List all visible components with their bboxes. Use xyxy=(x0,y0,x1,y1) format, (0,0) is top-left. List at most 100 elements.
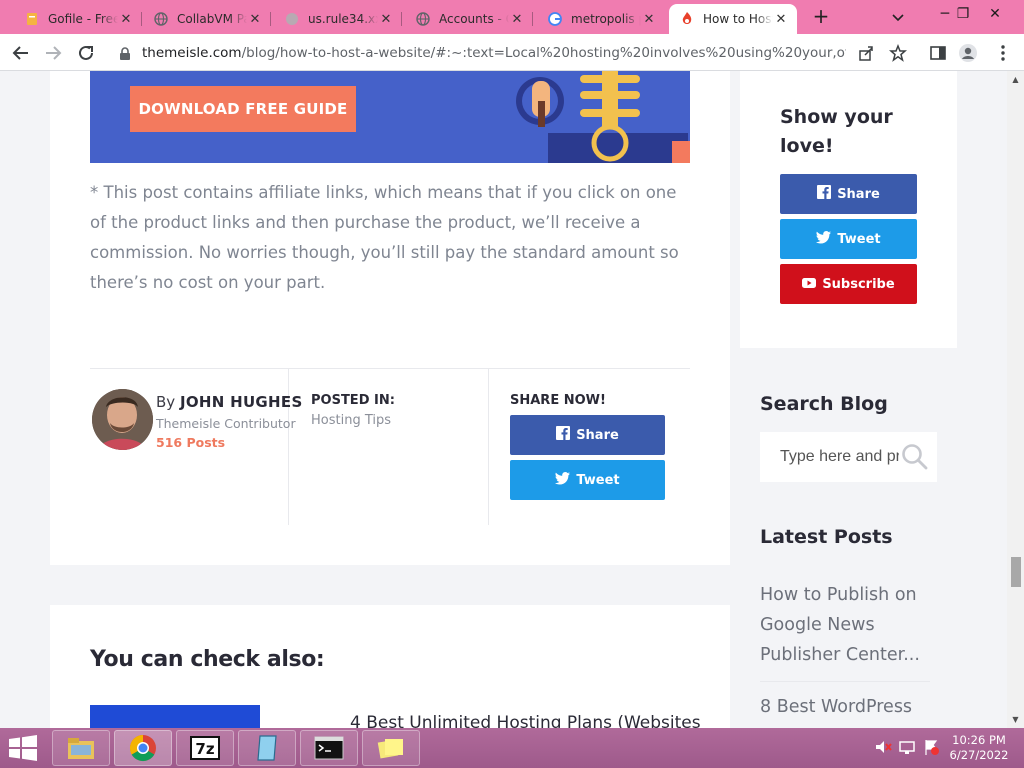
scroll-up-arrow-icon[interactable]: ▲ xyxy=(1007,71,1024,88)
tab-title: How to Host xyxy=(703,12,773,26)
latest-post-link[interactable]: 8 Best WordPress xyxy=(760,692,930,722)
scroll-down-arrow-icon[interactable]: ▼ xyxy=(1007,711,1024,728)
search-field[interactable] xyxy=(760,432,937,482)
tab-title: Accounts - G xyxy=(439,12,509,26)
tab-accounts[interactable]: Accounts - G ✕ xyxy=(405,4,533,34)
related-post-thumbnail[interactable] xyxy=(90,705,260,728)
cmd-taskbar-button[interactable] xyxy=(300,730,358,766)
search-blog-title: Search Blog xyxy=(760,393,888,415)
7zip-taskbar-button[interactable]: 7z xyxy=(176,730,234,766)
close-tab-icon[interactable]: ✕ xyxy=(773,12,789,27)
download-guide-button[interactable]: DOWNLOAD FREE GUIDE xyxy=(130,86,356,132)
page-scrollbar[interactable]: ▲ ▼ xyxy=(1007,71,1024,728)
chrome-taskbar-button[interactable] xyxy=(114,730,172,766)
clock-time: 10:26 PM xyxy=(952,733,1006,747)
back-arrow-icon[interactable] xyxy=(10,42,32,64)
new-tab-button[interactable]: + xyxy=(810,6,832,28)
page-viewport: DOWNLOAD FREE GUIDE * This post contains… xyxy=(0,71,1024,728)
restore-button[interactable]: ❐ xyxy=(948,3,978,25)
close-tab-icon[interactable]: ✕ xyxy=(641,12,657,27)
profile-avatar-icon[interactable] xyxy=(958,43,978,63)
guide-banner[interactable]: DOWNLOAD FREE GUIDE xyxy=(90,71,690,163)
author-posts-link[interactable]: 516 Posts xyxy=(156,435,225,450)
twitter-tweet-button[interactable]: Tweet xyxy=(510,460,665,500)
volume-muted-icon[interactable] xyxy=(874,738,892,756)
twitter-bird-icon xyxy=(816,230,832,248)
avatar[interactable] xyxy=(92,389,153,450)
tab-search-chevron-icon[interactable] xyxy=(890,9,906,25)
posted-in-label: POSTED IN: xyxy=(311,393,395,408)
sidebar-tweet-label: Tweet xyxy=(837,231,881,247)
subscribe-label: Subscribe xyxy=(822,276,895,292)
gofile-favicon-icon xyxy=(24,11,40,27)
google-g-icon xyxy=(547,11,563,27)
kebab-menu-icon[interactable] xyxy=(993,43,1013,63)
tab-collabvm[interactable]: CollabVM Pa ✕ xyxy=(143,4,271,34)
close-tab-icon[interactable]: ✕ xyxy=(247,12,263,27)
show-love-title: Show your love! xyxy=(780,106,893,157)
svg-text:7z: 7z xyxy=(195,740,214,758)
facebook-share-button[interactable]: Share xyxy=(510,415,665,455)
latest-posts-title: Latest Posts xyxy=(760,526,893,548)
close-window-button[interactable]: ✕ xyxy=(980,3,1010,25)
affiliate-disclaimer: * This post contains affiliate links, wh… xyxy=(90,183,679,292)
chrome-icon xyxy=(129,734,156,762)
close-tab-icon[interactable]: ✕ xyxy=(378,12,394,27)
tab-title: Gofile - Free xyxy=(48,12,118,26)
tab-gofile[interactable]: Gofile - Free ✕ xyxy=(14,4,142,34)
sidebar-facebook-button[interactable]: Share xyxy=(780,174,917,214)
taskbar: 7z 10:26 PM 6/27/2022 xyxy=(0,728,1024,768)
url-path: /blog/how-to-host-a-website/#:~:text=Loc… xyxy=(241,44,846,61)
folder-icon xyxy=(68,738,94,759)
tab-title: CollabVM Pa xyxy=(177,12,247,26)
action-center-flag-icon[interactable] xyxy=(922,738,940,756)
file-explorer-taskbar-button[interactable] xyxy=(52,730,110,766)
facebook-icon xyxy=(556,426,571,444)
notepad-taskbar-button[interactable] xyxy=(238,730,296,766)
tweet-button-label: Tweet xyxy=(576,472,620,488)
system-clock[interactable]: 10:26 PM 6/27/2022 xyxy=(948,733,1010,763)
tab-how-to-host[interactable]: How to Host ✕ xyxy=(669,4,797,34)
side-panel-icon[interactable] xyxy=(928,43,948,63)
forward-arrow-icon[interactable] xyxy=(42,42,64,64)
sidebar-share-label: Share xyxy=(837,186,880,202)
search-icon[interactable] xyxy=(901,443,929,471)
url-domain: themeisle.com xyxy=(142,44,242,61)
7zip-icon: 7z xyxy=(190,736,220,760)
notepad-icon xyxy=(257,735,277,761)
lock-icon[interactable] xyxy=(118,46,132,60)
windows-start-icon[interactable] xyxy=(8,735,38,761)
category-link[interactable]: Hosting Tips xyxy=(311,413,391,428)
globe-icon xyxy=(153,11,169,27)
author-name[interactable]: JOHN HUGHES xyxy=(180,393,303,411)
close-tab-icon[interactable]: ✕ xyxy=(118,12,134,27)
author-byline: By JOHN HUGHES xyxy=(156,393,303,411)
bookmark-star-icon[interactable] xyxy=(888,43,908,63)
network-icon[interactable] xyxy=(898,738,916,756)
tab-metropolis[interactable]: metropolis p ✕ xyxy=(537,4,665,34)
reload-icon[interactable] xyxy=(75,42,97,64)
twitter-bird-icon xyxy=(555,471,571,489)
share-now-label: SHARE NOW! xyxy=(510,393,606,408)
tab-rule34[interactable]: us.rule34.xxx ✕ xyxy=(274,4,402,34)
scrollbar-thumb[interactable] xyxy=(1011,557,1021,587)
sticky-notes-taskbar-button[interactable] xyxy=(362,730,420,766)
globe-icon xyxy=(415,11,431,27)
tab-title: us.rule34.xxx xyxy=(308,12,378,26)
loading-circle-icon xyxy=(284,11,300,27)
latest-post-link[interactable]: How to Publish on Google News Publisher … xyxy=(760,580,930,670)
author-role: Themeisle Contributor xyxy=(156,416,296,431)
share-page-icon[interactable] xyxy=(856,43,876,63)
sidebar-twitter-button[interactable]: Tweet xyxy=(780,219,917,259)
share-button-label: Share xyxy=(576,427,619,443)
url-text: themeisle.com/blog/how-to-host-a-website… xyxy=(142,45,846,61)
youtube-subscribe-button[interactable]: Subscribe xyxy=(780,264,917,304)
server-illustration-icon xyxy=(516,71,690,163)
clock-date: 6/27/2022 xyxy=(949,748,1009,762)
related-posts-title: You can check also: xyxy=(90,647,325,672)
youtube-play-icon xyxy=(802,277,817,292)
address-bar[interactable]: themeisle.com/blog/how-to-host-a-website… xyxy=(108,38,916,67)
related-post-link[interactable]: 4 Best Unlimited Hosting Plans (Websites xyxy=(350,713,701,728)
close-tab-icon[interactable]: ✕ xyxy=(509,12,525,27)
command-prompt-icon xyxy=(314,736,344,760)
